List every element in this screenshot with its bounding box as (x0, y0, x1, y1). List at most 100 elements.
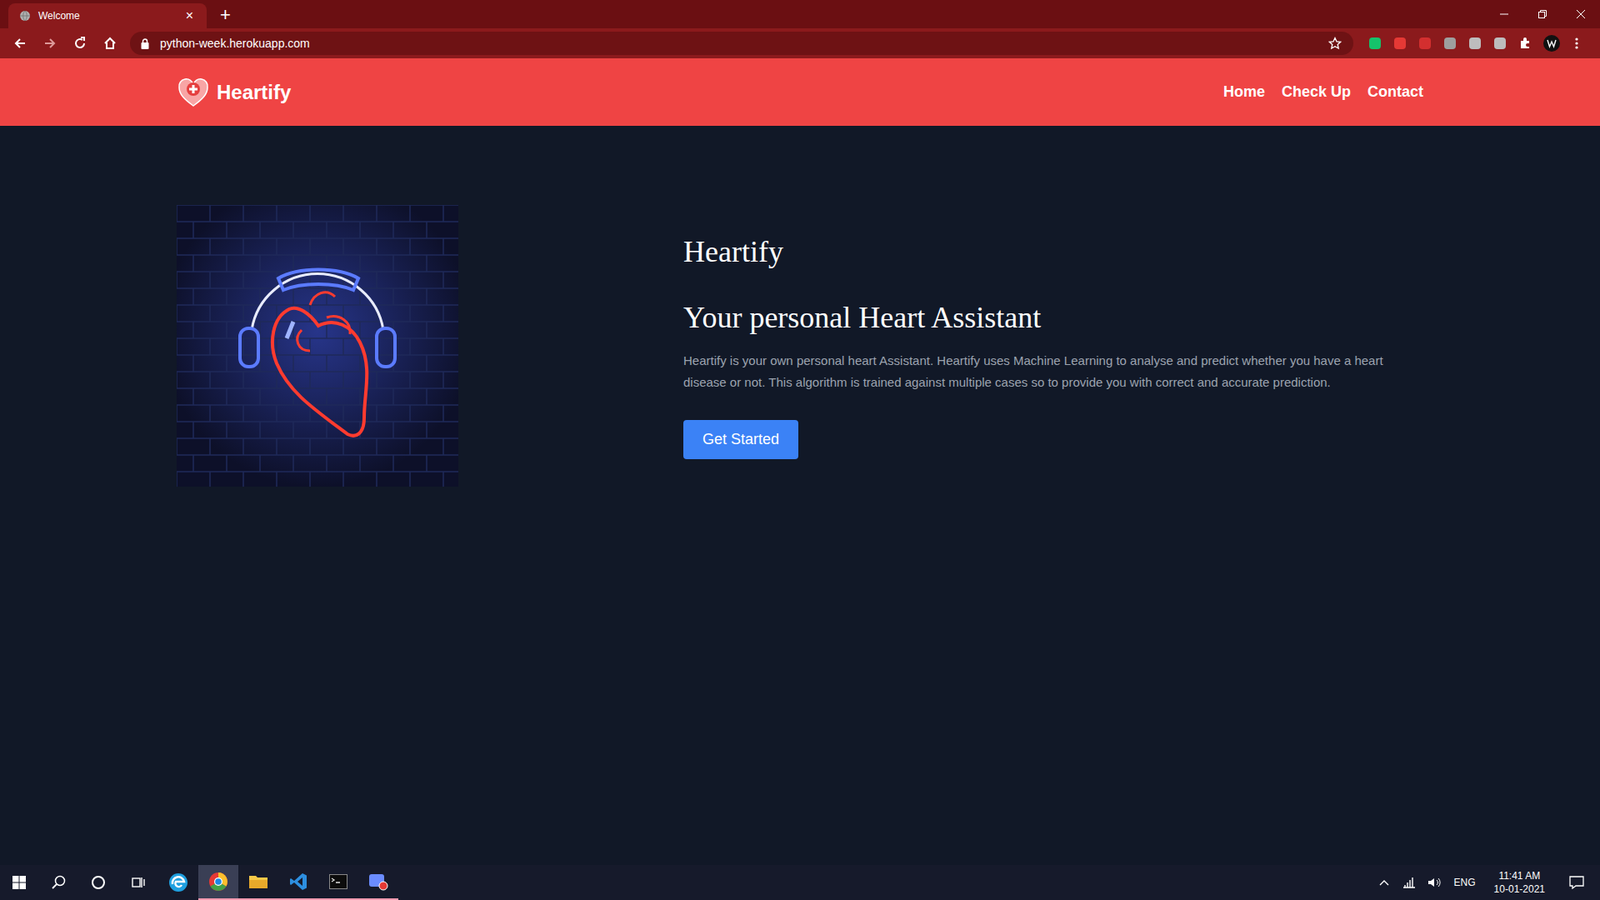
notification-icon[interactable] (1560, 865, 1594, 900)
nav-link[interactable]: Check Up (1281, 80, 1351, 104)
star-icon[interactable] (1326, 35, 1344, 52)
windows-start-icon-svg[interactable] (12, 875, 26, 890)
minimize-icon[interactable] (1485, 0, 1524, 29)
site-header: Heartify Home Check Up Contact (0, 58, 1600, 126)
reload-icon-svg[interactable] (72, 35, 88, 51)
recorder-app-icon-svg[interactable] (368, 872, 389, 891)
forward-arrow-icon[interactable] (36, 30, 64, 57)
browser-tab[interactable]: Welcome × (8, 3, 207, 29)
restore-icon[interactable] (1523, 0, 1562, 29)
home-icon[interactable] (96, 30, 124, 57)
task-view-icon-svg[interactable] (130, 875, 146, 890)
cortana-icon[interactable] (78, 865, 119, 900)
close-icon[interactable] (1561, 0, 1600, 29)
tab-strip: Welcome × + (0, 0, 1600, 29)
close-icon-svg[interactable] (1575, 9, 1586, 20)
volume-icon[interactable] (1425, 865, 1443, 900)
task-view-icon[interactable] (118, 865, 159, 900)
nav-link[interactable]: Home (1223, 80, 1265, 104)
windows-start-icon[interactable] (0, 865, 39, 900)
terminal-icon[interactable] (318, 865, 359, 900)
globe-icon-svg (18, 9, 32, 23)
extension-icon[interactable] (1391, 35, 1409, 52)
file-explorer-icon-svg[interactable] (248, 873, 269, 890)
terminal-icon-svg[interactable] (329, 874, 348, 890)
tray-arrow-icon[interactable] (1375, 865, 1393, 900)
minimize-icon-svg[interactable] (1499, 9, 1510, 20)
hero: Heartify Your personal Heart Assistant Hea… (176, 125, 1424, 487)
restore-icon-svg[interactable] (1537, 9, 1548, 20)
extension-icon[interactable] (1466, 35, 1484, 52)
extension-icon-svg[interactable] (1468, 36, 1482, 50)
tray-arrow-icon-svg[interactable] (1379, 879, 1390, 886)
globe-icon (18, 9, 32, 23)
clock-time: 11:41 AM (1498, 869, 1540, 883)
menu-dots-icon[interactable] (1570, 35, 1584, 52)
header-inner: Heartify Home Check Up Contact (176, 58, 1424, 126)
extension-icon-svg[interactable] (1368, 36, 1382, 50)
lock-icon-svg (140, 38, 150, 50)
heart-logo-icon[interactable] (176, 75, 210, 110)
brand-name[interactable]: Heartify (216, 77, 291, 108)
recorder-app-icon[interactable] (358, 865, 399, 900)
edge-icon[interactable] (158, 865, 199, 900)
extension-icon[interactable] (1441, 35, 1459, 52)
volume-icon-svg[interactable] (1427, 876, 1441, 889)
get-started-button[interactable]: Get Started (683, 420, 799, 460)
back-arrow-icon-svg[interactable] (12, 35, 28, 51)
puzzle-icon[interactable] (1516, 35, 1534, 52)
chrome-icon[interactable] (198, 865, 239, 900)
notification-icon-svg[interactable] (1569, 875, 1585, 890)
chrome-icon-svg[interactable] (208, 871, 229, 892)
browser-toolbar: python-week.herokuapp.com (0, 28, 1600, 59)
network-icon-svg[interactable] (1402, 876, 1416, 889)
network-icon[interactable] (1400, 865, 1418, 900)
taskbar: ENG 11:41 AM10-01-2021 (0, 865, 1600, 900)
search-icon-svg[interactable] (50, 875, 66, 890)
brand[interactable]: Heartify (176, 75, 291, 110)
vscode-icon[interactable] (278, 865, 319, 900)
hero-subtitle: Your personal Heart Assistant (683, 299, 1041, 337)
reload-icon[interactable] (66, 30, 94, 57)
system-tray: ENG 11:41 AM10-01-2021 (1375, 865, 1600, 900)
star-icon-svg[interactable] (1328, 36, 1342, 50)
clock-date: 10-01-2021 (1494, 882, 1545, 896)
hero-description: Heartify is your own personal heart Assi… (683, 350, 1424, 394)
hero-title: Heartify (683, 233, 784, 271)
main-nav: Home Check Up Contact (1223, 80, 1424, 104)
profile-icon[interactable] (1541, 33, 1562, 54)
extensions (1356, 33, 1594, 54)
cortana-icon-svg[interactable] (90, 875, 106, 890)
extension-icon[interactable] (1416, 35, 1434, 52)
extension-icon[interactable] (1366, 35, 1384, 52)
vscode-icon-svg[interactable] (289, 872, 308, 891)
tab-label: Welcome (38, 8, 80, 24)
profile-icon-svg[interactable] (1542, 34, 1561, 53)
nav-link[interactable]: Contact (1367, 80, 1424, 104)
clock[interactable]: 11:41 AM10-01-2021 (1487, 869, 1552, 896)
menu-dots-icon-svg[interactable] (1575, 36, 1579, 50)
tab-close[interactable]: × (182, 9, 197, 23)
file-explorer-icon[interactable] (238, 865, 279, 900)
forward-arrow-icon-svg[interactable] (42, 35, 58, 51)
heart-logo-icon-svg[interactable] (177, 77, 210, 108)
extension-icon-svg[interactable] (1393, 36, 1407, 50)
extension-icon[interactable] (1491, 35, 1509, 52)
puzzle-icon-svg[interactable] (1518, 36, 1532, 50)
address-text[interactable]: python-week.herokuapp.com (160, 35, 310, 53)
home-icon-svg[interactable] (102, 35, 118, 51)
address-bar[interactable]: python-week.herokuapp.com (130, 31, 1354, 55)
extension-icon-svg[interactable] (1418, 36, 1432, 50)
neon-heart-svg (176, 205, 459, 487)
back-arrow-icon[interactable] (6, 30, 34, 57)
hero-text: Heartify Your personal Heart Assistant Hea… (683, 205, 1424, 460)
search-icon[interactable] (38, 865, 79, 900)
extension-icon-svg[interactable] (1443, 36, 1457, 50)
edge-icon-svg[interactable] (168, 872, 189, 893)
extension-icon-svg[interactable] (1493, 36, 1507, 50)
main-content: Heartify Your personal Heart Assistant Hea… (0, 125, 1600, 865)
language-indicator[interactable]: ENG (1450, 875, 1480, 890)
new-tab-button[interactable]: + (220, 5, 231, 25)
window-controls (1485, 0, 1600, 29)
lock-icon (140, 36, 150, 50)
